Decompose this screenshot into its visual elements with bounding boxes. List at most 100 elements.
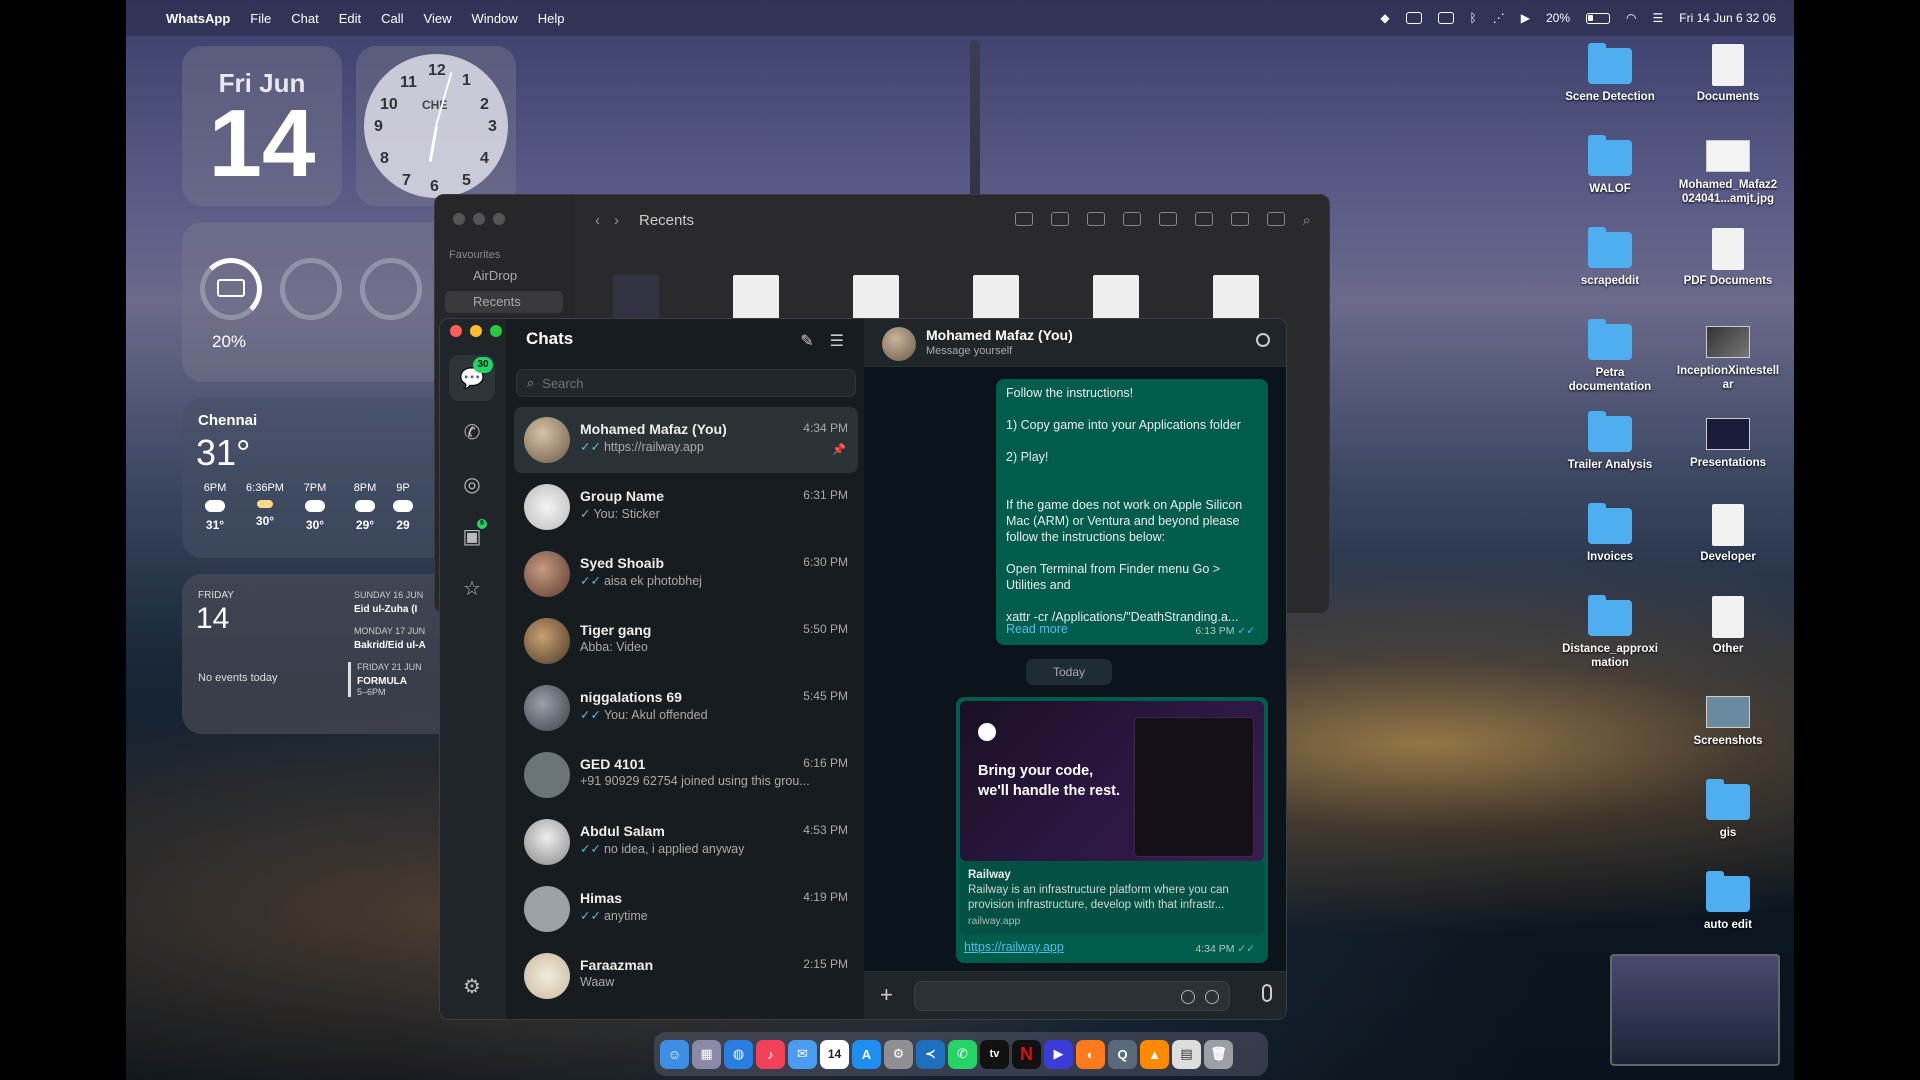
wa-minimize-button[interactable]: [470, 325, 482, 337]
menu-chat[interactable]: Chat: [291, 11, 318, 26]
message-input[interactable]: [925, 988, 1175, 1003]
finder-sidebar-recents[interactable]: Recents: [445, 291, 563, 313]
chat-row[interactable]: Tiger gang Abba: Video 5:50 PM: [514, 608, 858, 674]
desktop-document[interactable]: PDF Documents: [1672, 228, 1784, 288]
channels-nav-button[interactable]: ▣ 9: [449, 513, 495, 559]
menu-edit[interactable]: Edit: [339, 11, 361, 26]
finder-minimize-button[interactable]: [473, 213, 485, 225]
finder-zoom-button[interactable]: [493, 213, 505, 225]
menu-clock[interactable]: Fri 14 Jun 6 32 06: [1679, 11, 1776, 25]
desktop-image[interactable]: Mohamed_Mafaz2 024041...amjt.jpg: [1672, 136, 1784, 206]
battery-percent[interactable]: 20%: [1546, 11, 1570, 25]
status-screen-icon[interactable]: [1437, 12, 1454, 24]
trash-icon[interactable]: 🗑: [1204, 1039, 1233, 1069]
desktop-document[interactable]: Documents: [1672, 44, 1784, 104]
desktop-folder[interactable]: WALOF: [1554, 135, 1666, 196]
system-settings-icon[interactable]: ⚙: [884, 1039, 913, 1069]
prime-video-icon[interactable]: ▶: [1044, 1039, 1073, 1069]
chat-row[interactable]: Group Name ✓ You: Sticker 6:31 PM: [514, 474, 858, 540]
music-icon[interactable]: ♪: [756, 1039, 785, 1069]
filter-icon[interactable]: ☰: [830, 331, 844, 351]
desktop-folder[interactable]: Invoices: [1554, 503, 1666, 564]
chat-row[interactable]: Faraazman Waaw 2:15 PM: [514, 943, 858, 1009]
microphone-icon[interactable]: [1262, 984, 1272, 1002]
desktop-image[interactable]: InceptionXintestell ar: [1672, 322, 1784, 392]
status-diamond-icon[interactable]: ◆: [1380, 11, 1389, 25]
search-input[interactable]: [542, 375, 833, 391]
emoji-icon[interactable]: [1205, 990, 1219, 1004]
whatsapp-window[interactable]: 💬 30 ✆ ◎ ▣ 9 ☆ ⚙ Chats ✎ ☰ ⌕ Search Moha…: [439, 318, 1287, 1020]
control-center-icon[interactable]: ☰: [1653, 11, 1664, 25]
more-icon[interactable]: [1266, 211, 1285, 226]
group-icon[interactable]: [1158, 211, 1177, 226]
now-playing-icon[interactable]: ▶: [1521, 11, 1530, 25]
preview-icon[interactable]: ▤: [1172, 1039, 1201, 1069]
gallery-view-icon[interactable]: [1122, 211, 1141, 226]
desktop-document[interactable]: Developer: [1672, 504, 1784, 564]
apple-tv-icon[interactable]: tv: [980, 1039, 1009, 1069]
clock-widget[interactable]: 12 1 2 3 4 5 6 7 8 9 10 11 CHE: [356, 46, 516, 206]
list-view-icon[interactable]: [1050, 211, 1069, 226]
read-more-link[interactable]: Read more: [1006, 621, 1068, 637]
status-nav-button[interactable]: ◎: [449, 461, 495, 507]
whatsapp-icon[interactable]: ✆: [948, 1039, 977, 1069]
desktop-folder[interactable]: Scene Detection: [1554, 43, 1666, 104]
chat-row[interactable]: GED 4101 +91 90929 62754 joined using th…: [514, 742, 858, 808]
desktop-folder[interactable]: Petra documentation: [1554, 319, 1666, 394]
menu-file[interactable]: File: [250, 11, 271, 26]
safari-icon[interactable]: ◍: [724, 1039, 753, 1069]
settings-nav-button[interactable]: ⚙: [449, 963, 495, 1009]
menu-app-name[interactable]: WhatsApp: [166, 11, 230, 26]
conversation-header[interactable]: Mohamed Mafaz (You) Message yourself: [864, 319, 1286, 367]
finder-search-icon[interactable]: ⌕: [1303, 212, 1311, 229]
wa-zoom-button[interactable]: [490, 325, 502, 337]
firefox-icon[interactable]: ◐: [1076, 1039, 1105, 1069]
status-card-icon[interactable]: [1405, 12, 1422, 24]
window-preview-thumbnail[interactable]: [1610, 954, 1780, 1066]
search-box[interactable]: ⌕: [516, 369, 856, 397]
netflix-icon[interactable]: N: [1012, 1039, 1041, 1069]
menu-window[interactable]: Window: [471, 11, 517, 26]
chat-row[interactable]: niggalations 69 ✓✓ You: Akul offended 5:4…: [514, 675, 858, 741]
menu-help[interactable]: Help: [538, 11, 565, 26]
column-view-icon[interactable]: [1086, 211, 1105, 226]
chat-row[interactable]: Himas ✓✓ anytime 4:19 PM: [514, 876, 858, 942]
forward-icon[interactable]: ›: [614, 212, 619, 229]
message-bubble[interactable]: Follow the instructions! 1) Copy game in…: [996, 379, 1268, 645]
message-link[interactable]: https://railway.app: [964, 939, 1064, 955]
calendar-icon[interactable]: 14: [820, 1039, 849, 1069]
vscode-icon[interactable]: ≺: [916, 1039, 945, 1069]
vlc-icon[interactable]: ▲: [1140, 1039, 1169, 1069]
wifi-icon[interactable]: ◠: [1626, 11, 1636, 25]
desktop-folder[interactable]: Trailer Analysis: [1554, 411, 1666, 472]
finder-sidebar-airdrop[interactable]: AirDrop: [445, 265, 563, 287]
app-store-icon[interactable]: A: [852, 1039, 881, 1069]
conversation-search-icon[interactable]: [1256, 333, 1270, 347]
status-dots-icon[interactable]: ⋰: [1493, 11, 1505, 25]
link-preview-image[interactable]: Bring your code, we'll handle the rest.: [960, 701, 1264, 861]
sticker-icon[interactable]: [1181, 990, 1195, 1004]
desktop-folder[interactable]: Distance_approxi mation: [1554, 595, 1666, 670]
wa-close-button[interactable]: [450, 325, 462, 337]
quicktime-icon[interactable]: Q: [1108, 1039, 1137, 1069]
date-widget[interactable]: Fri Jun 14: [182, 46, 342, 206]
bluetooth-icon[interactable]: ᛒ: [1470, 11, 1477, 25]
finder-close-button[interactable]: [453, 213, 465, 225]
message-field[interactable]: [914, 981, 1230, 1011]
tag-icon[interactable]: [1230, 211, 1249, 226]
desktop-folder[interactable]: scrapeddit: [1554, 227, 1666, 288]
share-icon[interactable]: [1194, 211, 1213, 226]
link-preview-meta[interactable]: Railway Railway is an infrastructure pla…: [960, 861, 1264, 935]
starred-nav-button[interactable]: ☆: [449, 565, 495, 611]
desktop-document[interactable]: Other: [1672, 596, 1784, 656]
new-chat-icon[interactable]: ✎: [800, 331, 813, 351]
attach-plus-icon[interactable]: +: [880, 982, 893, 1008]
link-message-bubble[interactable]: Bring your code, we'll handle the rest. …: [956, 697, 1268, 963]
finder-icon[interactable]: ☺: [660, 1039, 689, 1069]
mail-icon[interactable]: ✉: [788, 1039, 817, 1069]
calls-nav-button[interactable]: ✆: [449, 409, 495, 455]
menu-view[interactable]: View: [424, 11, 452, 26]
menu-call[interactable]: Call: [381, 11, 403, 26]
chats-nav-button[interactable]: 💬 30: [449, 355, 495, 401]
chat-row[interactable]: Abdul Salam ✓✓ no idea, i applied anyway …: [514, 809, 858, 875]
